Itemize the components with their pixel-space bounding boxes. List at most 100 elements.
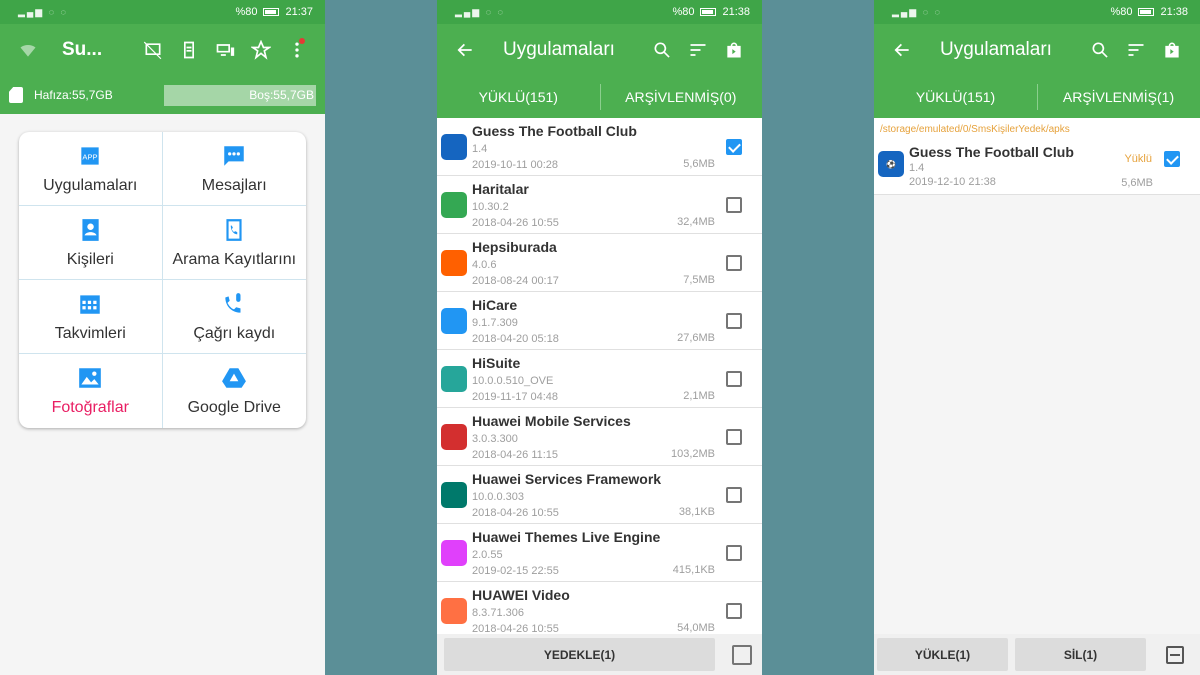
signal-icons: ▂▄▆ ◌ ◌	[892, 6, 942, 17]
store-bag-icon[interactable]	[1154, 32, 1190, 68]
row-checkbox[interactable]	[726, 313, 742, 329]
row-checkbox[interactable]	[726, 487, 742, 503]
list-item[interactable]: ⚽ Guess The Football Club 1.4 2019-12-10…	[874, 139, 1200, 195]
app-list: Guess The Football Club 1.4 2019-10-11 00:…	[437, 118, 762, 640]
grid-label: Fotoğraflar	[51, 399, 129, 416]
tab-installed[interactable]: YÜKLÜ(151)	[437, 76, 600, 118]
battery-text: %80	[1110, 6, 1133, 18]
app-size: 38,1KB	[678, 506, 715, 518]
list-item[interactable]: HiCare 9.1.7.309 2018-04-20 05:18 27,6MB	[437, 292, 762, 350]
grid-item-calendars[interactable]: Takvimleri	[19, 280, 163, 354]
grid-item-call-logs[interactable]: Arama Kayıtlarını	[162, 206, 306, 280]
clock: 21:38	[1160, 6, 1188, 18]
app-logo-icon	[441, 598, 467, 624]
app-name: Huawei Themes Live Engine	[472, 529, 661, 545]
app-size: 7,5MB	[683, 274, 715, 286]
grid-label: Takvimleri	[54, 324, 126, 342]
row-checkbox[interactable]	[726, 139, 742, 155]
app-date: 2018-04-26 10:55	[472, 217, 559, 229]
delete-button[interactable]: SİL(1)	[1015, 638, 1146, 671]
status-bar: ▂▄▆ ◌ ◌ %80 21:37	[0, 0, 325, 24]
app-name: Hepsiburada	[472, 239, 557, 255]
phone-home-screen: ▂▄▆ ◌ ◌ %80 21:37 Su... Hafıza:55,7GB Boş…	[0, 0, 325, 675]
battery-icon	[700, 8, 717, 16]
app-date: 2018-04-26 11:15	[472, 449, 559, 461]
tab-installed[interactable]: YÜKLÜ(151)	[874, 76, 1037, 118]
tab-archived[interactable]: ARŞİVLENMİŞ(1)	[1037, 76, 1200, 118]
wifi-icon[interactable]	[10, 32, 46, 68]
grid-item-apps[interactable]: APP Uygulamaları	[19, 132, 163, 206]
grid-item-photos[interactable]: Fotoğraflar	[19, 354, 163, 428]
app-version: 10.0.0.303	[472, 491, 524, 503]
select-all-checkbox[interactable]	[732, 644, 752, 665]
app-date: 2018-08-24 00:17	[472, 275, 559, 287]
list-item[interactable]: Huawei Services Framework 10.0.0.303 2018-…	[437, 466, 762, 524]
app-name: HiSuite	[472, 355, 521, 371]
phone-apps-installed: ▂▄▆ ◌ ◌ %80 21:38 Uygulamaları YÜKLÜ(151)…	[437, 0, 762, 675]
list-item[interactable]: Huawei Mobile Services 3.0.3.300 2018-04-2…	[437, 408, 762, 466]
app-name: Guess The Football Club	[909, 144, 1074, 160]
archive-path: /storage/emulated/0/SmsKişilerYedek/apks	[874, 118, 1200, 139]
app-name: HUAWEI Video	[472, 587, 570, 603]
row-checkbox[interactable]	[726, 371, 742, 387]
sd-card-icon[interactable]	[171, 32, 207, 68]
star-icon[interactable]	[243, 32, 279, 68]
row-checkbox[interactable]	[726, 197, 742, 213]
list-item[interactable]: Huawei Themes Live Engine 2.0.55 2019-02-1…	[437, 524, 762, 582]
list-item[interactable]: Guess The Football Club 1.4 2019-10-11 00:…	[437, 118, 762, 176]
search-icon[interactable]	[644, 32, 680, 68]
row-checkbox[interactable]	[726, 255, 742, 271]
photo-icon	[79, 368, 102, 388]
toolbar: Uygulamaları	[437, 24, 762, 76]
grid-item-google-drive[interactable]: Google Drive	[163, 354, 307, 428]
calendar-icon	[80, 294, 100, 314]
store-bag-icon[interactable]	[716, 32, 752, 68]
grid-label: Google Drive	[187, 399, 281, 416]
list-item[interactable]: Hepsiburada 4.0.6 2018-08-24 00:17 7,5MB	[437, 234, 762, 292]
sort-icon[interactable]	[1118, 32, 1154, 68]
row-checkbox[interactable]	[726, 603, 742, 619]
row-checkbox[interactable]	[1164, 151, 1180, 167]
grid-item-contacts[interactable]: Kişileri	[19, 206, 163, 280]
list-item[interactable]: Haritalar 10.30.2 2018-04-26 10:55 32,4MB	[437, 176, 762, 234]
row-checkbox[interactable]	[726, 545, 742, 561]
grid-item-call-recording[interactable]: Çağrı kaydı	[162, 280, 306, 354]
tab-archived[interactable]: ARŞİVLENMİŞ(0)	[599, 76, 763, 118]
app-title: Su...	[62, 39, 103, 60]
toolbar: Su...	[0, 24, 325, 76]
storage-used: Hafıza:55,7GB	[29, 84, 164, 106]
no-screen-icon[interactable]	[135, 32, 171, 68]
app-name: Haritalar	[472, 181, 529, 197]
tab-bar: YÜKLÜ(151) ARŞİVLENMİŞ(1)	[874, 76, 1200, 118]
app-version: 9.1.7.309	[472, 317, 518, 329]
list-item[interactable]: HUAWEI Video 8.3.71.306 2018-04-26 10:55 54…	[437, 582, 762, 640]
app-size: 415,1KB	[672, 564, 715, 576]
app-version: 3.0.3.300	[472, 433, 518, 445]
app-size: 5,6MB	[1121, 177, 1153, 189]
app-size: 103,2MB	[670, 448, 715, 460]
devices-icon[interactable]	[207, 32, 243, 68]
list-item[interactable]: HiSuite 10.0.0.510_OVE 2019-11-17 04:48 2,1…	[437, 350, 762, 408]
more-menu-icon[interactable]	[279, 32, 315, 68]
backup-button[interactable]: YEDEKLE(1)	[444, 638, 715, 671]
deselect-checkbox[interactable]	[1165, 645, 1184, 664]
sort-icon[interactable]	[680, 32, 716, 68]
grid-label: Kişileri	[66, 250, 114, 268]
back-arrow-icon[interactable]	[884, 32, 920, 68]
search-icon[interactable]	[1082, 32, 1118, 68]
app-size: 2,1MB	[683, 390, 715, 402]
phone-apps-archived: ▂▄▆ ◌ ◌ %80 21:38 Uygulamaları YÜKLÜ(151)…	[874, 0, 1200, 675]
back-arrow-icon[interactable]	[447, 32, 483, 68]
app-version: 2.0.55	[472, 549, 503, 561]
row-checkbox[interactable]	[726, 429, 742, 445]
svg-text:APP: APP	[83, 152, 98, 161]
app-logo-icon	[441, 192, 467, 218]
app-logo-icon	[441, 540, 467, 566]
archived-app-list: ⚽ Guess The Football Club 1.4 2019-12-10…	[874, 139, 1200, 195]
app-version: 1.4	[909, 162, 925, 174]
contacts-icon	[82, 218, 99, 241]
battery-icon	[263, 8, 280, 16]
app-name: Guess The Football Club	[472, 123, 637, 139]
grid-item-messages[interactable]: Mesajları	[162, 132, 306, 206]
install-button[interactable]: YÜKLE(1)	[877, 638, 1008, 671]
